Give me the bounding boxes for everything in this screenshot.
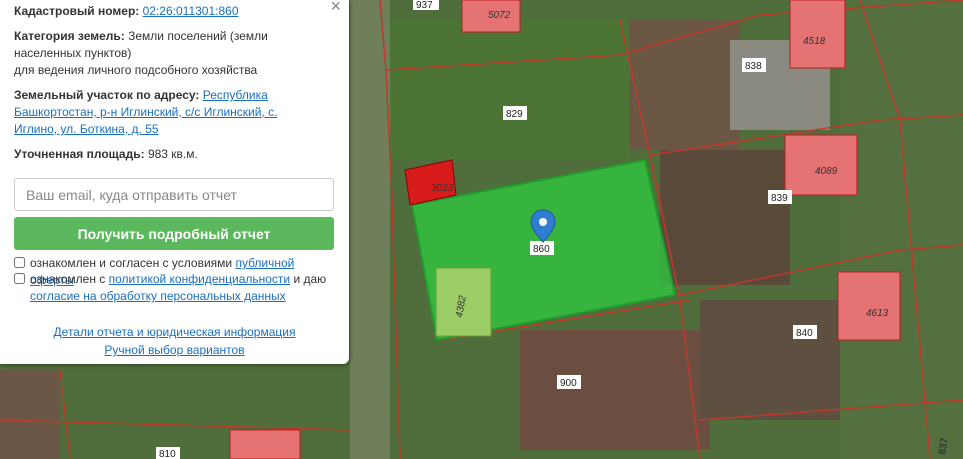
- privacy-consent-tail: и даю: [293, 272, 327, 286]
- parcel-label-829: 829: [506, 109, 523, 120]
- privacy-policy-link[interactable]: политикой конфиденциальности: [109, 272, 290, 286]
- cadastral-label: Кадастровый номер:: [14, 4, 140, 18]
- address-link-1[interactable]: Республика: [203, 88, 268, 102]
- area-label: Уточненная площадь:: [14, 147, 145, 161]
- usage-text: для ведения личного подсобного хозяйства: [14, 63, 258, 77]
- manual-row: Ручной выбор вариантов: [0, 343, 349, 357]
- offer-checkbox[interactable]: [14, 257, 25, 268]
- cadastral-link[interactable]: 02:26:011301:860: [143, 4, 239, 18]
- parcel-label-900: 900: [560, 378, 577, 389]
- privacy-checkbox[interactable]: [14, 273, 25, 284]
- address-row: Земельный участок по адресу: Республика …: [14, 87, 332, 138]
- building-label-4613: 4613: [866, 308, 889, 319]
- parcel-label-860: 860: [533, 244, 550, 255]
- parcel-label-810: 810: [159, 449, 176, 459]
- category-label: Категория земель:: [14, 29, 125, 43]
- building-label-5072: 5072: [488, 10, 511, 21]
- details-row: Детали отчета и юридическая информация: [0, 325, 349, 339]
- email-input[interactable]: [14, 178, 334, 211]
- area-row: Уточненная площадь: 983 кв.м.: [14, 146, 332, 163]
- address-link-2[interactable]: Башкортостан, р-н Иглинский, с/с Иглинск…: [14, 105, 277, 119]
- close-icon[interactable]: ×: [330, 0, 341, 17]
- parcel-label-839: 839: [771, 193, 788, 204]
- cadastral-row: Кадастровый номер: 02:26:011301:860: [14, 3, 332, 20]
- privacy-consent: ознакомлен с политикой конфиденциальност…: [30, 271, 340, 305]
- category-value-2: населенных пунктов): [14, 46, 132, 60]
- privacy-consent-text: ознакомлен с: [30, 272, 106, 286]
- category-row: Категория земель: Земли поселений (земли…: [14, 28, 332, 79]
- offer-consent-text: ознакомлен и согласен с условиями: [30, 256, 233, 270]
- building-label-3023: 3023: [431, 183, 454, 194]
- address-label: Земельный участок по адресу:: [14, 88, 200, 102]
- details-link[interactable]: Детали отчета и юридическая информация: [54, 325, 296, 339]
- address-link-3[interactable]: Иглино, ул. Боткина, д. 55: [14, 122, 159, 136]
- category-value-1: Земли поселений (земли: [128, 29, 268, 43]
- parcel-label-838: 838: [745, 61, 762, 72]
- building-label-4518: 4518: [803, 36, 826, 47]
- parcel-label-840: 840: [796, 328, 813, 339]
- parcel-info-panel: × Кадастровый номер: 02:26:011301:860 Ка…: [0, 0, 349, 364]
- area-value: 983 кв.м.: [147, 147, 198, 161]
- personal-data-link[interactable]: согласие на обработку персональных данны…: [30, 289, 286, 303]
- building-label-4089: 4089: [815, 166, 838, 177]
- manual-selection-link[interactable]: Ручной выбор вариантов: [104, 343, 244, 357]
- parcel-label-937: 937: [416, 0, 433, 11]
- get-report-button[interactable]: Получить подробный отчет: [14, 217, 334, 250]
